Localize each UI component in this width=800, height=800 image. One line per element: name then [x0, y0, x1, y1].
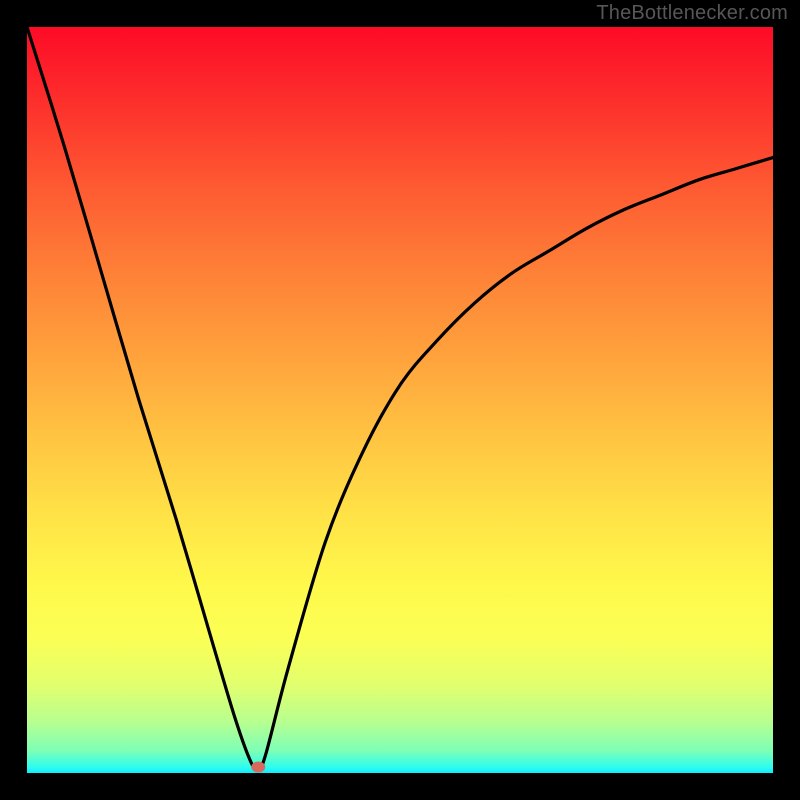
- bottleneck-curve: [27, 27, 773, 770]
- curve-svg: [27, 27, 773, 773]
- plot-area: [27, 27, 773, 773]
- watermark-text: TheBottlenecker.com: [596, 2, 788, 25]
- chart-frame: TheBottlenecker.com: [0, 0, 800, 800]
- optimum-marker: [251, 762, 265, 773]
